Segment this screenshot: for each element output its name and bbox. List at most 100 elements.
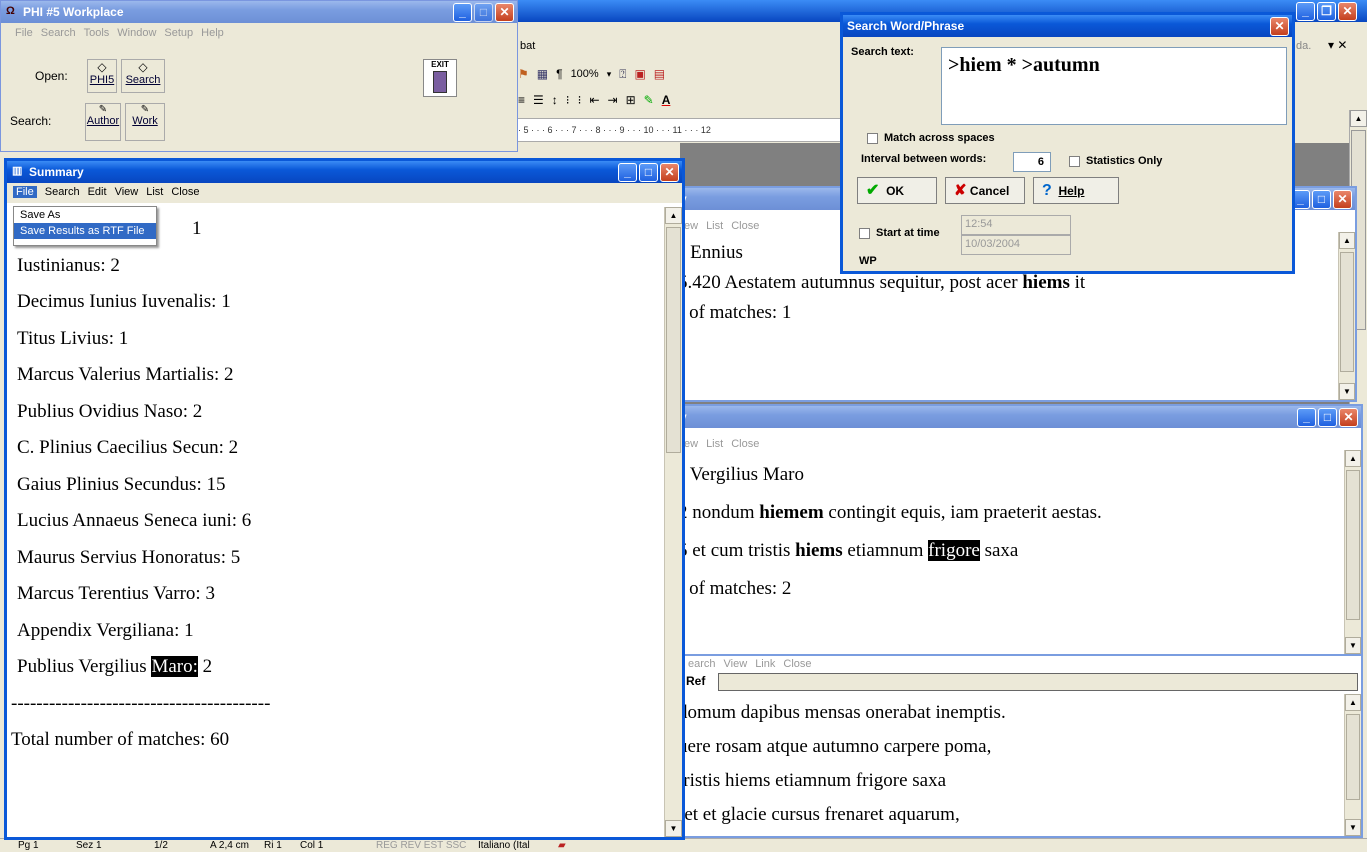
menu-edit[interactable]: Edit — [88, 186, 107, 198]
text-scrollbar[interactable]: ▲ ▼ — [1344, 694, 1361, 836]
minimize-button[interactable]: _ — [618, 163, 637, 182]
align-right-icon[interactable]: ☰ — [533, 93, 544, 107]
time-field[interactable]: 12:54 — [961, 215, 1071, 235]
menu-link[interactable]: Link — [755, 658, 775, 670]
numbering-icon[interactable]: ⁝ — [566, 93, 570, 107]
dropdown-icon[interactable]: ▾ — [607, 69, 612, 80]
summary-line: Decimus Iunius Iuvenalis: 1 — [17, 291, 231, 312]
scroll-up-icon[interactable]: ▲ — [665, 207, 682, 224]
search-text-field[interactable]: >hiem * >autumn — [941, 47, 1287, 125]
word-menu-fragment[interactable]: bat — [520, 40, 535, 52]
restore-button[interactable]: ❐ — [1317, 2, 1336, 21]
scroll-up-icon[interactable]: ▲ — [1345, 450, 1361, 467]
summary-line: Iustinianus: 2 — [17, 254, 120, 276]
date-field[interactable]: 10/03/2004 — [961, 235, 1071, 255]
menu-view[interactable]: ew — [684, 220, 698, 232]
align-justify-icon[interactable]: ≡ — [518, 93, 525, 107]
menu-search[interactable]: earch — [688, 658, 716, 670]
menu-list[interactable]: List — [706, 438, 723, 450]
scroll-up-icon[interactable]: ▲ — [1339, 232, 1355, 249]
menu-file[interactable]: File — [13, 186, 37, 198]
ennius-count: r of matches: 1 — [678, 302, 792, 323]
vergilius-titlebar[interactable]: y _ □ ✕ — [662, 406, 1361, 428]
menu-tools[interactable]: Tools — [84, 27, 110, 39]
save-rtf-item[interactable]: Save Results as RTF File — [14, 223, 156, 239]
pilcrow-icon[interactable]: ¶ — [556, 67, 562, 81]
search-dialog-titlebar[interactable]: Search Word/Phrase ✕ — [843, 15, 1292, 37]
summary-titlebar[interactable]: ▥ Summary _ □ ✕ — [7, 161, 682, 183]
selected-text[interactable]: frigore — [928, 540, 980, 561]
menu-search[interactable]: Search — [41, 27, 76, 39]
outdent-icon[interactable]: ⇥ — [608, 93, 618, 107]
minimize-button[interactable]: _ — [453, 3, 472, 22]
minimize-button[interactable]: _ — [1297, 408, 1316, 427]
save-as-item[interactable]: Save As — [14, 207, 156, 223]
menu-window[interactable]: Window — [117, 27, 156, 39]
start-time-checkbox[interactable]: Start at time — [859, 227, 940, 239]
open-label: Open: — [35, 69, 68, 83]
author-button[interactable]: ✎ Author — [85, 103, 121, 141]
ennius-scrollbar[interactable]: ▲ ▼ — [1338, 232, 1355, 400]
menu-close[interactable]: Close — [783, 658, 811, 670]
menu-view[interactable]: View — [724, 658, 748, 670]
match-across-checkbox[interactable]: Match across spaces — [867, 132, 995, 144]
indent-icon[interactable]: ⇤ — [589, 93, 599, 107]
menu-setup[interactable]: Setup — [164, 27, 193, 39]
minimize-button[interactable]: _ — [1296, 2, 1315, 21]
work-button[interactable]: ✎ Work — [125, 103, 165, 141]
menu-close[interactable]: Close — [731, 438, 759, 450]
highlight-icon[interactable]: ✎ — [644, 93, 654, 107]
menu-view[interactable]: View — [115, 186, 139, 198]
scroll-up-icon[interactable]: ▲ — [1345, 694, 1361, 711]
menu-view[interactable]: ew — [684, 438, 698, 450]
search-btn-label: Search — [125, 74, 161, 86]
selected-text[interactable]: Maro: — [151, 656, 198, 677]
vergilius-scrollbar[interactable]: ▲ ▼ — [1344, 450, 1361, 654]
menu-search[interactable]: Search — [45, 186, 80, 198]
interval-field[interactable]: 6 — [1013, 152, 1051, 172]
menu-close[interactable]: Close — [171, 186, 199, 198]
exit-icon[interactable]: EXIT — [423, 59, 457, 97]
help-button[interactable]: ? Help — [1033, 177, 1119, 204]
close-button[interactable]: ✕ — [1270, 17, 1289, 36]
zoom-select[interactable]: 100% — [571, 68, 599, 80]
close-button[interactable]: ✕ — [1339, 408, 1358, 427]
scroll-down-icon[interactable]: ▼ — [665, 820, 682, 837]
scroll-down-icon[interactable]: ▼ — [1345, 819, 1361, 836]
menu-list[interactable]: List — [706, 220, 723, 232]
table-icon[interactable]: ▦ — [537, 67, 548, 81]
close-button[interactable]: ✕ — [1333, 190, 1352, 209]
help-icon[interactable]: ⍰ — [619, 67, 626, 82]
close-button[interactable]: ✕ — [660, 163, 679, 182]
maximize-button[interactable]: □ — [1312, 190, 1331, 209]
border-icon[interactable]: ⊞ — [626, 93, 636, 107]
close-button[interactable]: ✕ — [495, 3, 514, 22]
hyperlink-icon[interactable]: ⚑ — [518, 67, 529, 81]
line-spacing-icon[interactable]: ↕ — [552, 93, 558, 107]
cancel-button[interactable]: ✘ Cancel — [945, 177, 1025, 204]
workplace-titlebar[interactable]: Ω PHI #5 Workplace _ □ ✕ — [1, 1, 517, 23]
menu-help[interactable]: Help — [201, 27, 224, 39]
scroll-down-icon[interactable]: ▼ — [1345, 637, 1361, 654]
word-close-doc-icon[interactable]: ▾ ✕ — [1328, 38, 1347, 52]
scroll-down-icon[interactable]: ▼ — [1339, 383, 1355, 400]
vergilius-match-1: 2 nondum hiemem contingit equis, iam pra… — [678, 502, 1102, 523]
maximize-button[interactable]: □ — [639, 163, 658, 182]
phi5-label: PHI5 — [89, 74, 115, 86]
pdf2-icon[interactable]: ▤ — [654, 67, 665, 81]
summary-scrollbar[interactable]: ▲ ▼ — [664, 207, 682, 837]
maximize-button[interactable]: □ — [1318, 408, 1337, 427]
pdf-icon[interactable]: ▣ — [634, 67, 645, 81]
search-button[interactable]: ◇ Search — [121, 59, 165, 93]
phi5-button[interactable]: ◇ PHI5 — [87, 59, 117, 93]
ok-button[interactable]: ✔ OK — [857, 177, 937, 204]
menu-close[interactable]: Close — [731, 220, 759, 232]
maximize-button[interactable]: □ — [474, 3, 493, 22]
menu-list[interactable]: List — [146, 186, 163, 198]
ref-field[interactable] — [718, 673, 1358, 691]
bullets-icon[interactable]: ⁝ — [578, 93, 582, 107]
menu-file[interactable]: File — [15, 27, 33, 39]
close-button[interactable]: ✕ — [1338, 2, 1357, 21]
font-color-icon[interactable]: A — [662, 93, 671, 107]
stats-only-checkbox[interactable]: Statistics Only — [1069, 155, 1162, 167]
